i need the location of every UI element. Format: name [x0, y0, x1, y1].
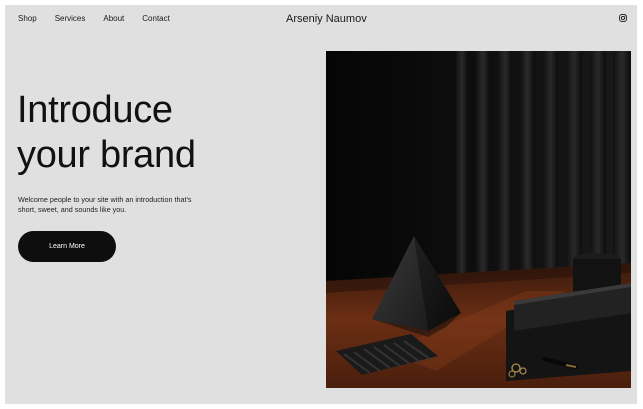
- hero-intro-text: Welcome people to your site with an intr…: [18, 195, 218, 215]
- hero-intro-line-2: short, sweet, and sounds like you.: [18, 205, 127, 214]
- hero-intro-line-1: Welcome people to your site with an intr…: [18, 195, 192, 204]
- hero-title-line-1: Introduce: [17, 89, 173, 131]
- nav-link-services[interactable]: Services: [55, 14, 86, 24]
- hero-title-line-2: your brand: [17, 134, 196, 176]
- nav-link-about[interactable]: About: [103, 14, 124, 24]
- main-nav: Shop Services About Contact: [18, 14, 188, 24]
- nav-link-shop[interactable]: Shop: [18, 14, 37, 24]
- hero-image: [326, 51, 631, 388]
- hero-image-illustration: [326, 51, 631, 388]
- learn-more-button[interactable]: Learn More: [18, 231, 116, 262]
- site-brand-name[interactable]: Arseniy Naumov: [286, 12, 367, 26]
- page: Shop Services About Contact Arseniy Naum…: [5, 5, 637, 404]
- instagram-icon[interactable]: [619, 14, 627, 22]
- nav-link-contact[interactable]: Contact: [142, 14, 170, 24]
- hero-title: Introduce your brand: [17, 88, 196, 178]
